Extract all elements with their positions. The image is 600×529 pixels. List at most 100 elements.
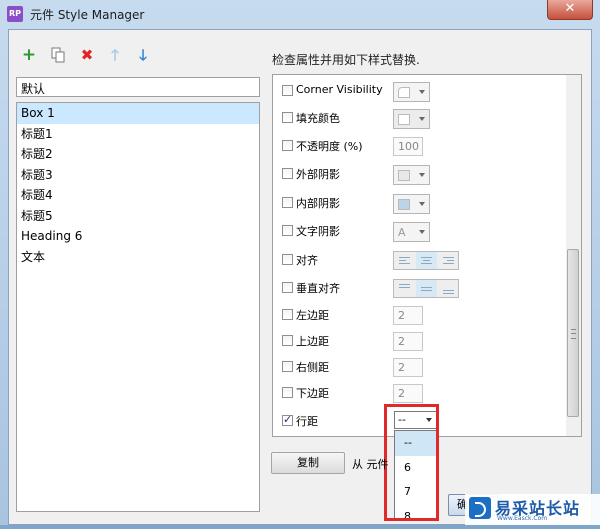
property-row-corner-visibility: Corner Visibility (282, 82, 562, 104)
inner-shadow-icon (398, 199, 410, 210)
property-checkbox[interactable] (282, 254, 293, 265)
property-label: 垂直对齐 (296, 280, 340, 296)
watermark-logo-icon (469, 497, 491, 519)
line-spacing-value: -- (398, 413, 406, 426)
align-bottom-icon[interactable] (438, 280, 459, 297)
property-checkbox[interactable] (282, 415, 293, 426)
property-label: 内部阴影 (296, 195, 340, 211)
property-checkbox[interactable] (282, 361, 293, 372)
copy-button[interactable]: 复制 (271, 452, 345, 474)
outer-shadow-picker[interactable] (393, 165, 430, 185)
copy-from-label: 从 元件 (352, 456, 389, 472)
padding-right-input[interactable]: 2 (393, 358, 423, 377)
property-checkbox[interactable] (282, 282, 293, 293)
style-list-item[interactable]: 标题3 (17, 165, 259, 186)
title-bar: RP 元件 Style Manager ✕ (0, 0, 600, 28)
property-row-opacity: 不透明度 (%) 100 (282, 137, 562, 159)
dropdown-option[interactable]: 7 (395, 480, 436, 505)
move-up-icon: 🡑 (107, 47, 123, 63)
dropdown-option[interactable]: 8 (395, 505, 436, 529)
plus-icon[interactable]: + (21, 47, 37, 63)
dropdown-option[interactable]: -- (395, 431, 436, 456)
line-spacing-dropdown: -- 6 7 8 (394, 430, 437, 520)
property-row-vertical-align: 垂直对齐 (282, 279, 562, 301)
opacity-input[interactable]: 100 (393, 137, 423, 156)
align-right-icon[interactable] (438, 252, 459, 269)
corner-visibility-picker[interactable] (393, 82, 430, 102)
chevron-down-icon (419, 173, 425, 177)
text-shadow-icon: A (398, 227, 410, 238)
close-button[interactable]: ✕ (547, 0, 593, 20)
padding-top-input[interactable]: 2 (393, 332, 423, 351)
inner-shadow-picker[interactable] (393, 194, 430, 214)
corner-icon (398, 87, 410, 98)
property-checkbox[interactable] (282, 197, 293, 208)
property-checkbox[interactable] (282, 140, 293, 151)
horizontal-align-group (393, 251, 459, 270)
vertical-align-group (393, 279, 459, 298)
chevron-down-icon (419, 90, 425, 94)
outer-shadow-icon (398, 170, 410, 181)
property-label: 对齐 (296, 252, 318, 268)
property-label: 外部阴影 (296, 166, 340, 182)
line-spacing-select[interactable]: -- (394, 411, 437, 429)
property-checkbox[interactable] (282, 387, 293, 398)
style-list-item[interactable]: 标题4 (17, 185, 259, 206)
properties-scrollbar[interactable] (566, 75, 581, 436)
property-label: 文字阴影 (296, 223, 340, 239)
style-list: Box 1 标题1 标题2 标题3 标题4 标题5 Heading 6 文本 (16, 102, 260, 512)
style-list-item[interactable]: 文本 (17, 247, 259, 268)
align-middle-icon[interactable] (416, 280, 437, 297)
site-watermark: 易采站长站 Www.Easck.Com (465, 494, 600, 525)
move-down-icon[interactable]: 🡓 (135, 47, 151, 63)
align-left-icon[interactable] (394, 252, 415, 269)
property-row-fill-color: 填充颜色 (282, 109, 562, 131)
property-checkbox[interactable] (282, 335, 293, 346)
axure-app-icon: RP (7, 6, 23, 22)
chevron-down-icon (419, 230, 425, 234)
style-list-item[interactable]: 标题1 (17, 124, 259, 145)
property-label: 上边距 (296, 333, 329, 349)
chevron-down-icon (419, 202, 425, 206)
scrollbar-thumb[interactable] (567, 249, 579, 417)
property-row-padding-right: 右侧距 2 (282, 358, 562, 380)
style-list-item[interactable]: 标题5 (17, 206, 259, 227)
property-label: 填充颜色 (296, 110, 340, 126)
padding-left-input[interactable]: 2 (393, 306, 423, 325)
property-row-padding-top: 上边距 2 (282, 332, 562, 354)
dropdown-option[interactable]: 6 (395, 456, 436, 481)
property-row-padding-left: 左边距 2 (282, 306, 562, 328)
padding-bottom-input[interactable]: 2 (393, 384, 423, 403)
property-checkbox[interactable] (282, 85, 293, 96)
watermark-subtext: Www.Easck.Com (497, 515, 547, 522)
fill-swatch (398, 114, 410, 125)
style-list-item[interactable]: Heading 6 (17, 226, 259, 247)
text-shadow-picker[interactable]: A (393, 222, 430, 242)
fill-color-picker[interactable] (393, 109, 430, 129)
chevron-down-icon (419, 117, 425, 121)
property-checkbox[interactable] (282, 168, 293, 179)
property-label: 不透明度 (%) (296, 138, 363, 154)
property-label: 左边距 (296, 307, 329, 323)
property-checkbox[interactable] (282, 225, 293, 236)
properties-title: 检查属性并用如下样式替换. (272, 51, 420, 68)
align-center-icon[interactable] (416, 252, 437, 269)
style-list-item[interactable]: 标题2 (17, 144, 259, 165)
property-checkbox[interactable] (282, 112, 293, 123)
property-label: 行距 (296, 413, 318, 429)
property-row-outer-shadow: 外部阴影 (282, 165, 562, 187)
align-top-icon[interactable] (394, 280, 415, 297)
delete-icon[interactable]: ✖ (79, 47, 95, 63)
property-label: Corner Visibility (296, 83, 383, 96)
grip-icon (571, 329, 576, 339)
property-label: 下边距 (296, 385, 329, 401)
style-list-item[interactable]: Box 1 (17, 103, 259, 124)
window-title: 元件 Style Manager (30, 6, 144, 23)
property-label: 右侧距 (296, 359, 329, 375)
duplicate-icon[interactable] (50, 47, 66, 63)
style-name-input[interactable]: 默认 (16, 77, 260, 97)
chevron-down-icon (426, 418, 432, 422)
property-row-padding-bottom: 下边距 2 (282, 384, 562, 406)
property-row-align: 对齐 (282, 251, 562, 273)
property-checkbox[interactable] (282, 309, 293, 320)
